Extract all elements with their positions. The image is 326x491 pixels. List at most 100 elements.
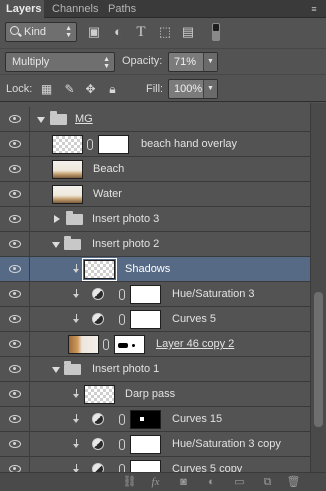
fill-field[interactable]: 100% ▼ bbox=[168, 79, 218, 99]
lock-all-icon[interactable]: 🔒︎ bbox=[106, 83, 119, 96]
layer-name: Insert photo 3 bbox=[92, 213, 160, 225]
visibility-toggle[interactable] bbox=[0, 107, 30, 132]
smart-object-filter-icon[interactable]: ▤ bbox=[180, 24, 196, 40]
filter-toggle-switch[interactable] bbox=[212, 23, 220, 41]
layer-row-darp-pass[interactable]: Darp pass bbox=[0, 382, 310, 407]
link-chain-icon[interactable] bbox=[103, 339, 109, 350]
layer-row-hue-saturation-3[interactable]: Hue/Saturation 3 bbox=[0, 282, 310, 307]
adjustment-layer-icon[interactable] bbox=[92, 438, 104, 450]
fx-icon[interactable]: fx bbox=[148, 475, 163, 490]
lock-position-icon[interactable]: ✥ bbox=[84, 83, 97, 96]
layer-row-beach-hand-overlay[interactable]: beach hand overlay bbox=[0, 132, 310, 157]
eye-icon bbox=[9, 140, 21, 148]
eye-icon bbox=[9, 115, 21, 123]
mask-thumbnail[interactable] bbox=[114, 335, 145, 354]
mask-thumbnail[interactable] bbox=[130, 285, 161, 304]
link-layers-icon[interactable]: ⛓ bbox=[122, 475, 137, 490]
scrollbar-thumb[interactable] bbox=[314, 292, 323, 427]
clipping-arrow-icon bbox=[72, 414, 80, 424]
link-chain-icon[interactable] bbox=[119, 439, 125, 450]
visibility-toggle[interactable] bbox=[0, 157, 30, 182]
opacity-value: 71% bbox=[174, 56, 197, 68]
chevron-down-icon[interactable]: ▼ bbox=[203, 53, 217, 71]
tab-channels[interactable]: Channels bbox=[48, 0, 102, 18]
tab-paths[interactable]: Paths bbox=[104, 0, 140, 18]
type-filter-icon[interactable]: T bbox=[133, 24, 149, 40]
layer-row-insert-photo-1[interactable]: Insert photo 1 bbox=[0, 357, 310, 382]
layer-row-water[interactable]: Water bbox=[0, 182, 310, 207]
expand-triangle-icon[interactable] bbox=[52, 242, 60, 248]
link-chain-icon[interactable] bbox=[119, 414, 125, 425]
expand-triangle-icon[interactable] bbox=[54, 215, 60, 223]
visibility-toggle[interactable] bbox=[0, 207, 30, 232]
add-mask-icon[interactable]: ◙ bbox=[176, 475, 191, 490]
layer-row-curves-5[interactable]: Curves 5 bbox=[0, 307, 310, 332]
layer-row-curves-5-copy[interactable]: Curves 5 copy bbox=[0, 457, 310, 472]
fill-value: 100% bbox=[174, 83, 203, 95]
link-chain-icon[interactable] bbox=[87, 139, 93, 150]
select-arrows-icon: ▲ ▼ bbox=[65, 25, 72, 39]
link-chain-icon[interactable] bbox=[119, 464, 125, 472]
layer-row-hue-saturation-3-copy[interactable]: Hue/Saturation 3 copy bbox=[0, 432, 310, 457]
panel-tab-bar: Layers Channels Paths ≡ bbox=[0, 0, 326, 18]
panel-menu-icon[interactable]: ≡ bbox=[308, 4, 320, 14]
layer-row-shadows[interactable]: Shadows bbox=[0, 257, 310, 282]
adjustment-layer-icon[interactable] bbox=[92, 413, 104, 425]
layer-row-insert-photo-2[interactable]: Insert photo 2 bbox=[0, 232, 310, 257]
visibility-toggle[interactable] bbox=[0, 457, 30, 472]
new-group-icon[interactable]: ▭ bbox=[232, 475, 247, 490]
visibility-toggle[interactable] bbox=[0, 407, 30, 432]
visibility-toggle[interactable] bbox=[0, 307, 30, 332]
blend-row: Multiply ▲ ▼ Opacity: 71% ▼ bbox=[0, 48, 326, 74]
layer-name: Darp pass bbox=[125, 388, 176, 400]
layer-row-layer-46-copy-2[interactable]: Layer 46 copy 2 bbox=[0, 332, 310, 357]
layer-name: Water bbox=[93, 188, 122, 200]
layer-row-beach[interactable]: Beach bbox=[0, 157, 310, 182]
shape-filter-icon[interactable]: ⬚ bbox=[157, 24, 173, 40]
image-filter-icon[interactable]: ▣ bbox=[86, 24, 102, 40]
link-chain-icon[interactable] bbox=[119, 289, 125, 300]
visibility-toggle[interactable] bbox=[0, 382, 30, 407]
clipping-arrow-icon bbox=[72, 439, 80, 449]
adjustment-layer-icon[interactable] bbox=[92, 463, 104, 472]
visibility-toggle[interactable] bbox=[0, 232, 30, 257]
lock-image-pixels-icon[interactable]: ✎ bbox=[63, 83, 76, 96]
eye-icon bbox=[9, 290, 21, 298]
new-layer-icon[interactable]: ⧉ bbox=[260, 475, 275, 490]
layer-name: Shadows bbox=[125, 263, 171, 275]
opacity-field[interactable]: 71% ▼ bbox=[168, 52, 218, 72]
mask-thumbnail[interactable] bbox=[130, 460, 161, 472]
layer-row-insert-photo-3[interactable]: Insert photo 3 bbox=[0, 207, 310, 232]
visibility-toggle[interactable] bbox=[0, 257, 30, 282]
adjustment-filter-icon[interactable]: ◐ bbox=[110, 24, 126, 40]
visibility-toggle[interactable] bbox=[0, 132, 30, 157]
blend-mode-select[interactable]: Multiply ▲ ▼ bbox=[5, 52, 115, 72]
new-adjustment-icon[interactable]: ◐ bbox=[204, 475, 219, 490]
visibility-toggle[interactable] bbox=[0, 332, 30, 357]
expand-triangle-icon[interactable] bbox=[52, 367, 60, 373]
adjustment-layer-icon[interactable] bbox=[92, 288, 104, 300]
chevron-down-icon[interactable]: ▼ bbox=[203, 80, 217, 98]
filter-kind-select[interactable]: Kind ▲ ▼ bbox=[5, 22, 77, 42]
layer-row-mg[interactable]: MG bbox=[0, 107, 310, 132]
layer-name: Hue/Saturation 3 bbox=[172, 288, 255, 300]
layer-name: Beach bbox=[93, 163, 125, 175]
visibility-toggle[interactable] bbox=[0, 182, 30, 207]
mask-thumbnail[interactable] bbox=[130, 310, 161, 329]
adjustment-layer-icon[interactable] bbox=[92, 313, 104, 325]
filter-kind-label: Kind bbox=[24, 26, 47, 38]
mask-thumbnail[interactable] bbox=[130, 410, 161, 429]
layers-scrollbar[interactable] bbox=[310, 103, 326, 472]
tab-layers[interactable]: Layers bbox=[0, 0, 44, 18]
layer-row-curves-15[interactable]: Curves 15 bbox=[0, 407, 310, 432]
mask-thumbnail[interactable] bbox=[130, 435, 161, 454]
expand-triangle-icon[interactable] bbox=[37, 117, 45, 123]
lock-transparent-pixels-icon[interactable]: ▦ bbox=[40, 83, 53, 96]
link-chain-icon[interactable] bbox=[119, 314, 125, 325]
delete-layer-icon[interactable]: 🗑︎ bbox=[286, 475, 301, 490]
layer-thumbnail bbox=[82, 258, 117, 281]
visibility-toggle[interactable] bbox=[0, 282, 30, 307]
visibility-toggle[interactable] bbox=[0, 357, 30, 382]
mask-thumbnail[interactable] bbox=[98, 135, 129, 154]
visibility-toggle[interactable] bbox=[0, 432, 30, 457]
